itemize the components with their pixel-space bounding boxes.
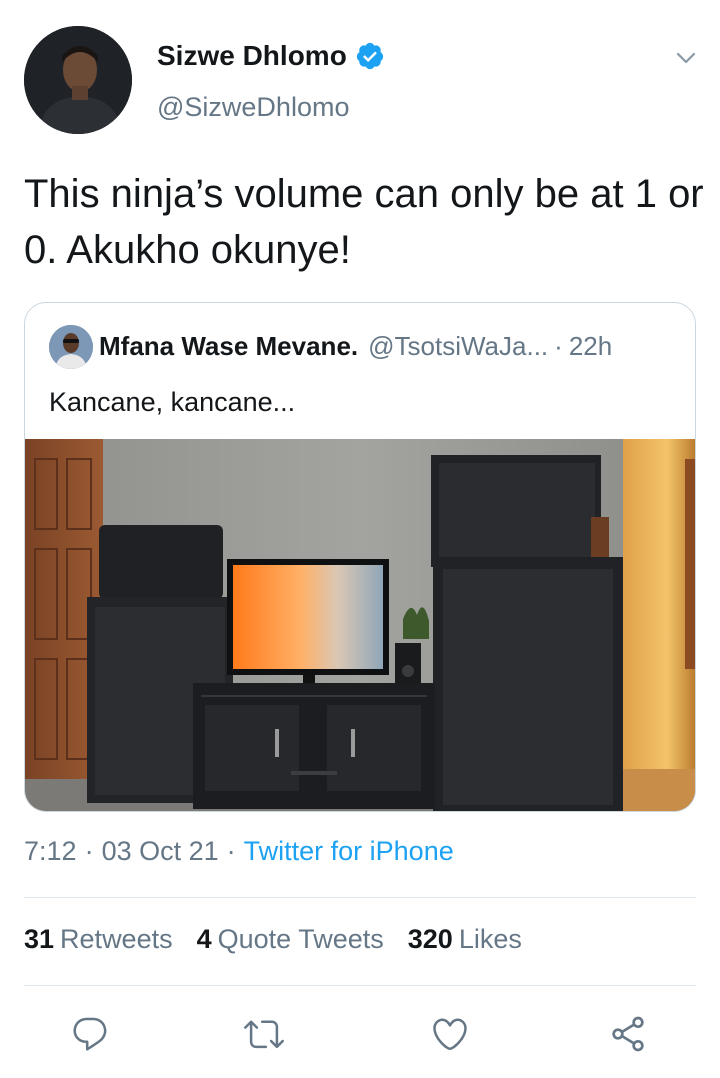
like-icon[interactable] (428, 1012, 472, 1056)
tweet-action-bar (0, 1012, 720, 1056)
quote-tweets-label: Quote Tweets (217, 924, 384, 954)
divider (24, 985, 696, 986)
tweet-time: 7:12 (24, 836, 77, 866)
quoted-tweet-time: 22h (568, 331, 613, 361)
quote-tweets-count: 4 (196, 924, 212, 954)
author-avatar[interactable] (24, 26, 132, 134)
share-icon[interactable] (606, 1012, 650, 1056)
quoted-tweet-photo[interactable] (25, 439, 695, 811)
retweet-icon[interactable] (242, 1012, 286, 1056)
quote-tweets-stat[interactable]: 4 Quote Tweets (197, 924, 384, 955)
retweets-count: 31 (24, 924, 55, 954)
divider (24, 897, 696, 898)
separator-dot: · (226, 836, 236, 866)
author-handle[interactable]: @SizweDhlomo (157, 92, 349, 123)
tweet-source-link[interactable]: Twitter for iPhone (244, 836, 454, 867)
author-name[interactable]: Sizwe Dhlomo (157, 40, 347, 72)
author-name-row: Sizwe Dhlomo (157, 40, 385, 72)
tweet-meta: 7:12 · 03 Oct 21 · Twitter for iPhone (24, 836, 454, 867)
likes-label: Likes (458, 924, 522, 954)
likes-stat[interactable]: 320 Likes (408, 924, 522, 955)
tweet-stats: 31 Retweets 4 Quote Tweets 320 Likes (24, 924, 546, 955)
quoted-tweet-text: Kancane, kancane... (49, 387, 296, 417)
quoted-author-name: Mfana Wase Mevane. (99, 331, 359, 361)
reply-icon[interactable] (68, 1012, 112, 1056)
quoted-tweet-card[interactable]: Mfana Wase Mevane. @TsotsiWaJa... · 22h … (24, 302, 696, 812)
chevron-down-icon[interactable] (672, 44, 700, 72)
separator-dot: · (554, 331, 563, 361)
separator-dot: · (84, 836, 94, 866)
retweets-stat[interactable]: 31 Retweets (24, 924, 173, 955)
tweet-date: 03 Oct 21 (101, 836, 219, 866)
likes-count: 320 (407, 924, 453, 954)
verified-badge-icon (355, 41, 385, 71)
tweet-text: This ninja’s volume can only be at 1 or … (24, 172, 704, 272)
quoted-author-avatar (49, 325, 93, 369)
quoted-tweet-header: Mfana Wase Mevane. @TsotsiWaJa... · 22h (99, 331, 612, 362)
retweets-label: Retweets (60, 924, 173, 954)
quoted-author-handle: @TsotsiWaJa... (368, 331, 549, 361)
